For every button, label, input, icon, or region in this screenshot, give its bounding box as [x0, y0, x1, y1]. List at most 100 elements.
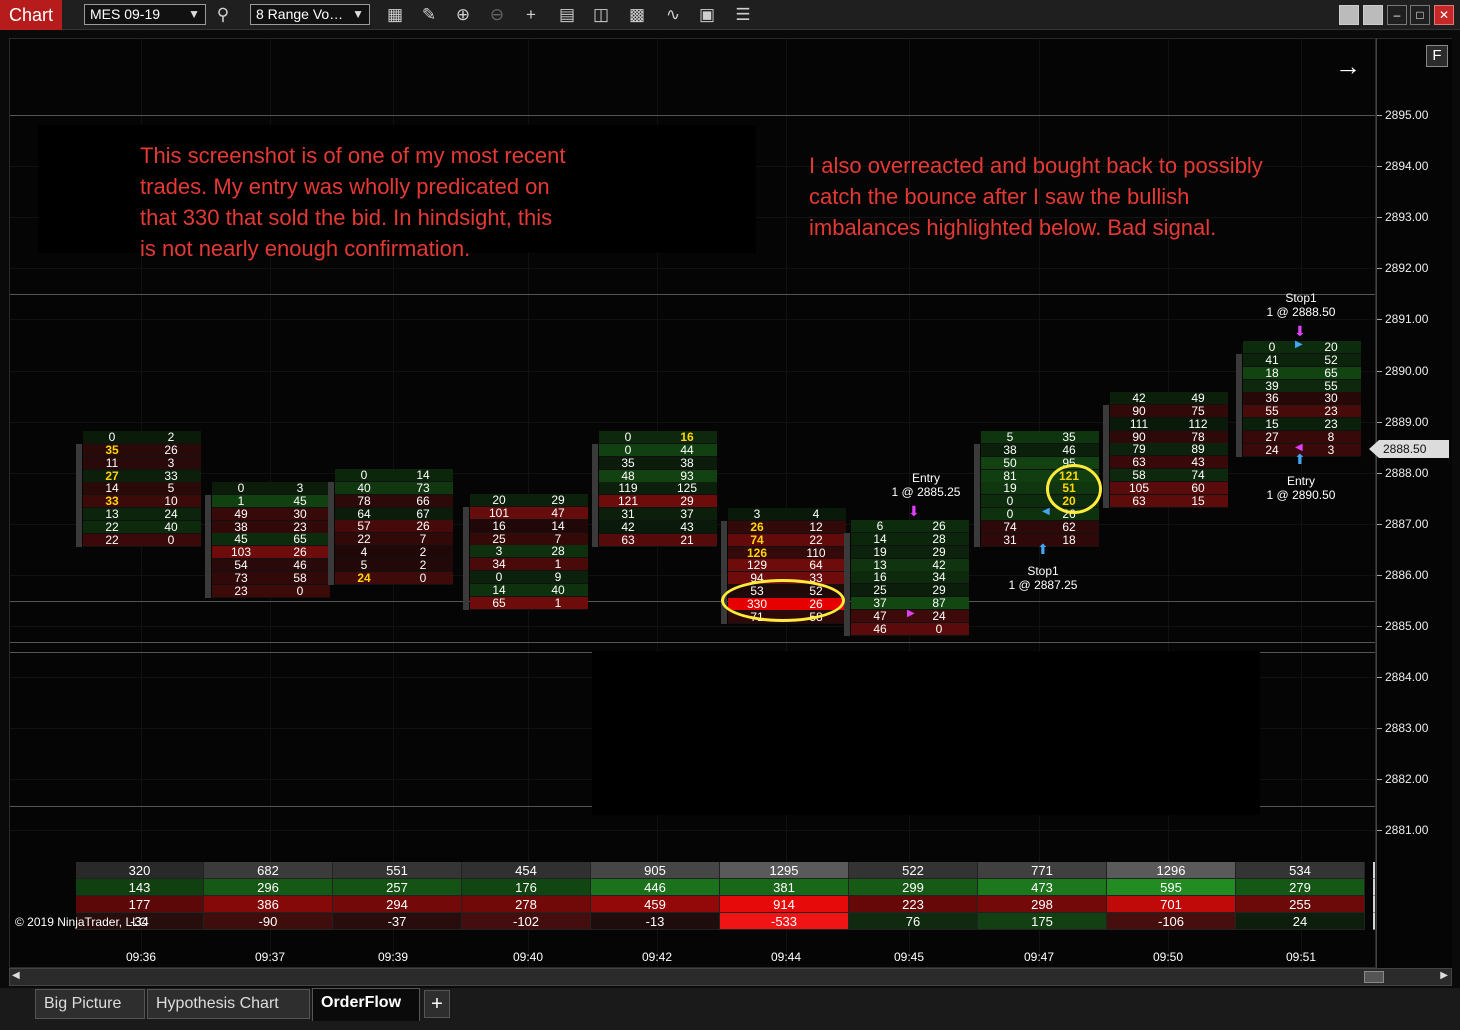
- time-label: 09:51: [1285, 950, 1317, 964]
- footprint-row: 26 12: [728, 519, 846, 534]
- period-selector[interactable]: 8 Range Vo… ▼: [250, 4, 370, 25]
- price-label: 2887.00: [1385, 516, 1429, 531]
- annotation-left: This screenshot is of one of my most rec…: [140, 140, 566, 264]
- buy-volume-row-cell: 176: [462, 879, 591, 896]
- scroll-right-icon[interactable]: ▶: [1440, 970, 1448, 981]
- ask-volume: 29: [932, 544, 946, 559]
- chart-trader-icon[interactable]: ◫: [590, 4, 612, 26]
- highlight-ring: [1046, 464, 1102, 514]
- horizontal-scrollbar[interactable]: ◀ ▶: [9, 968, 1452, 986]
- sell-volume-row-cell: 278: [462, 896, 591, 913]
- scroll-left-icon[interactable]: ◀: [12, 970, 20, 981]
- footprint-row: 74 22: [728, 533, 846, 547]
- delta-row-cell: 76: [849, 913, 978, 930]
- volume-row-cell: 551: [333, 862, 462, 879]
- scroll-thumb[interactable]: [1364, 971, 1384, 983]
- footprint-row: 36 30: [1243, 392, 1361, 406]
- drawing-tool-icon[interactable]: ✎: [418, 4, 440, 26]
- horizontal-line: [10, 642, 1375, 643]
- tab-big-picture[interactable]: Big Picture: [35, 989, 145, 1019]
- footprint-row: 23 0: [212, 583, 330, 598]
- arrow-right-icon[interactable]: →: [1335, 51, 1361, 82]
- link-button[interactable]: [1339, 5, 1359, 25]
- data-box-icon[interactable]: ▤: [556, 4, 578, 26]
- indicators-icon[interactable]: ▩: [626, 4, 648, 26]
- chart-panel[interactable]: This screenshot is of one of my most rec…: [9, 38, 1376, 968]
- zoom-out-icon[interactable]: ⊖: [486, 4, 508, 26]
- arrow-down-icon: ⬇: [908, 503, 920, 519]
- bid-volume: 1: [237, 493, 245, 508]
- sell-volume-row-cell: 294: [333, 896, 462, 913]
- bid-volume: 26: [750, 519, 764, 534]
- price-label: 2883.00: [1385, 721, 1429, 736]
- price-tick: [1377, 472, 1382, 474]
- bid-volume: 18: [1265, 365, 1279, 380]
- bid-volume: 46: [873, 621, 887, 636]
- templates-icon[interactable]: ▣: [696, 4, 718, 26]
- footprint-row: 03: [212, 482, 330, 495]
- strategies-icon[interactable]: ∿: [662, 4, 684, 26]
- price-label: 2886.00: [1385, 567, 1429, 582]
- footprint-row: 16 34: [851, 571, 969, 585]
- footprint-row: 5 35: [981, 431, 1099, 444]
- price-axis[interactable]: F 2895.00 2894.00 2893.00 2892.00 2891.00 289…: [1369, 38, 1452, 968]
- ask-volume: 43: [680, 519, 694, 534]
- footprint-row: 0 44: [599, 442, 717, 457]
- close-icon[interactable]: ✕: [1434, 5, 1454, 25]
- volume-row-cell: 320: [76, 862, 204, 879]
- volume-strip: [463, 507, 469, 610]
- horizontal-line: [10, 115, 1375, 116]
- minimize-icon[interactable]: –: [1387, 5, 1407, 25]
- search-icon[interactable]: ⚲: [212, 4, 234, 26]
- ask-volume: 45: [293, 493, 307, 508]
- highlight-ring: [721, 579, 845, 622]
- ask-volume: 0: [296, 583, 304, 598]
- price-label: 2889.00: [1385, 414, 1429, 429]
- price-label: 2888.00: [1385, 465, 1429, 480]
- tab-hypothesis-chart[interactable]: Hypothesis Chart: [147, 989, 310, 1019]
- bid-volume: 22: [105, 532, 119, 547]
- price-label: 2895.00: [1385, 108, 1429, 122]
- instrument-selector[interactable]: MES 09-19 ▼: [84, 4, 206, 25]
- volume-row-cell: 682: [204, 862, 333, 879]
- volume-row-cell: 1296: [1107, 862, 1236, 879]
- footprint-row: 103 26: [212, 546, 330, 560]
- footprint-row: 119 125: [599, 482, 717, 496]
- bid-volume: 35: [105, 442, 119, 457]
- ask-volume: 30: [293, 506, 307, 521]
- bar-type-icon[interactable]: ▦: [384, 4, 406, 26]
- ask-volume: 38: [680, 455, 694, 470]
- instrument-link-button[interactable]: [1363, 5, 1383, 25]
- ask-volume: 2: [419, 557, 427, 572]
- price-tick: [1377, 830, 1382, 832]
- price-label: 2894.00: [1385, 159, 1429, 174]
- time-label: 09:47: [1023, 950, 1055, 964]
- footprint-row: 34: [728, 508, 846, 521]
- stop-marker-label: Stop1 1 @ 2887.25: [983, 564, 1103, 592]
- properties-icon[interactable]: ☰: [732, 4, 754, 26]
- bid-volume: 78: [357, 493, 371, 508]
- bid-volume: 35: [621, 455, 635, 470]
- zoom-in-icon[interactable]: ⊕: [452, 4, 474, 26]
- add-tab-button[interactable]: +: [424, 990, 450, 1018]
- crosshair-icon[interactable]: +: [520, 4, 542, 26]
- f-button[interactable]: F: [1426, 45, 1448, 67]
- bid-volume: 63: [621, 532, 635, 547]
- bid-volume: 40: [357, 480, 371, 495]
- triangle-right-icon: ▶: [907, 608, 915, 619]
- footprint-row: 55 23: [1243, 405, 1361, 419]
- footprint-row: 121 29: [599, 495, 717, 509]
- restore-icon[interactable]: □: [1410, 5, 1430, 25]
- sell-volume-row-cell: 223: [849, 896, 978, 913]
- bid-volume: 24: [357, 570, 371, 585]
- price-label: 2891.00: [1385, 312, 1429, 327]
- footprint-row: 1 45: [212, 493, 330, 508]
- sell-volume-row-cell: 459: [591, 896, 720, 913]
- bid-volume: 19: [873, 544, 887, 559]
- tab-orderflow[interactable]: OrderFlow: [312, 988, 420, 1021]
- time-label: 09:37: [254, 950, 286, 964]
- marker-detail: 1 @ 2887.25: [1008, 578, 1078, 592]
- volume-strip: [205, 495, 211, 598]
- ask-volume: 44: [680, 442, 694, 457]
- footprint-row: 22 40: [83, 520, 201, 534]
